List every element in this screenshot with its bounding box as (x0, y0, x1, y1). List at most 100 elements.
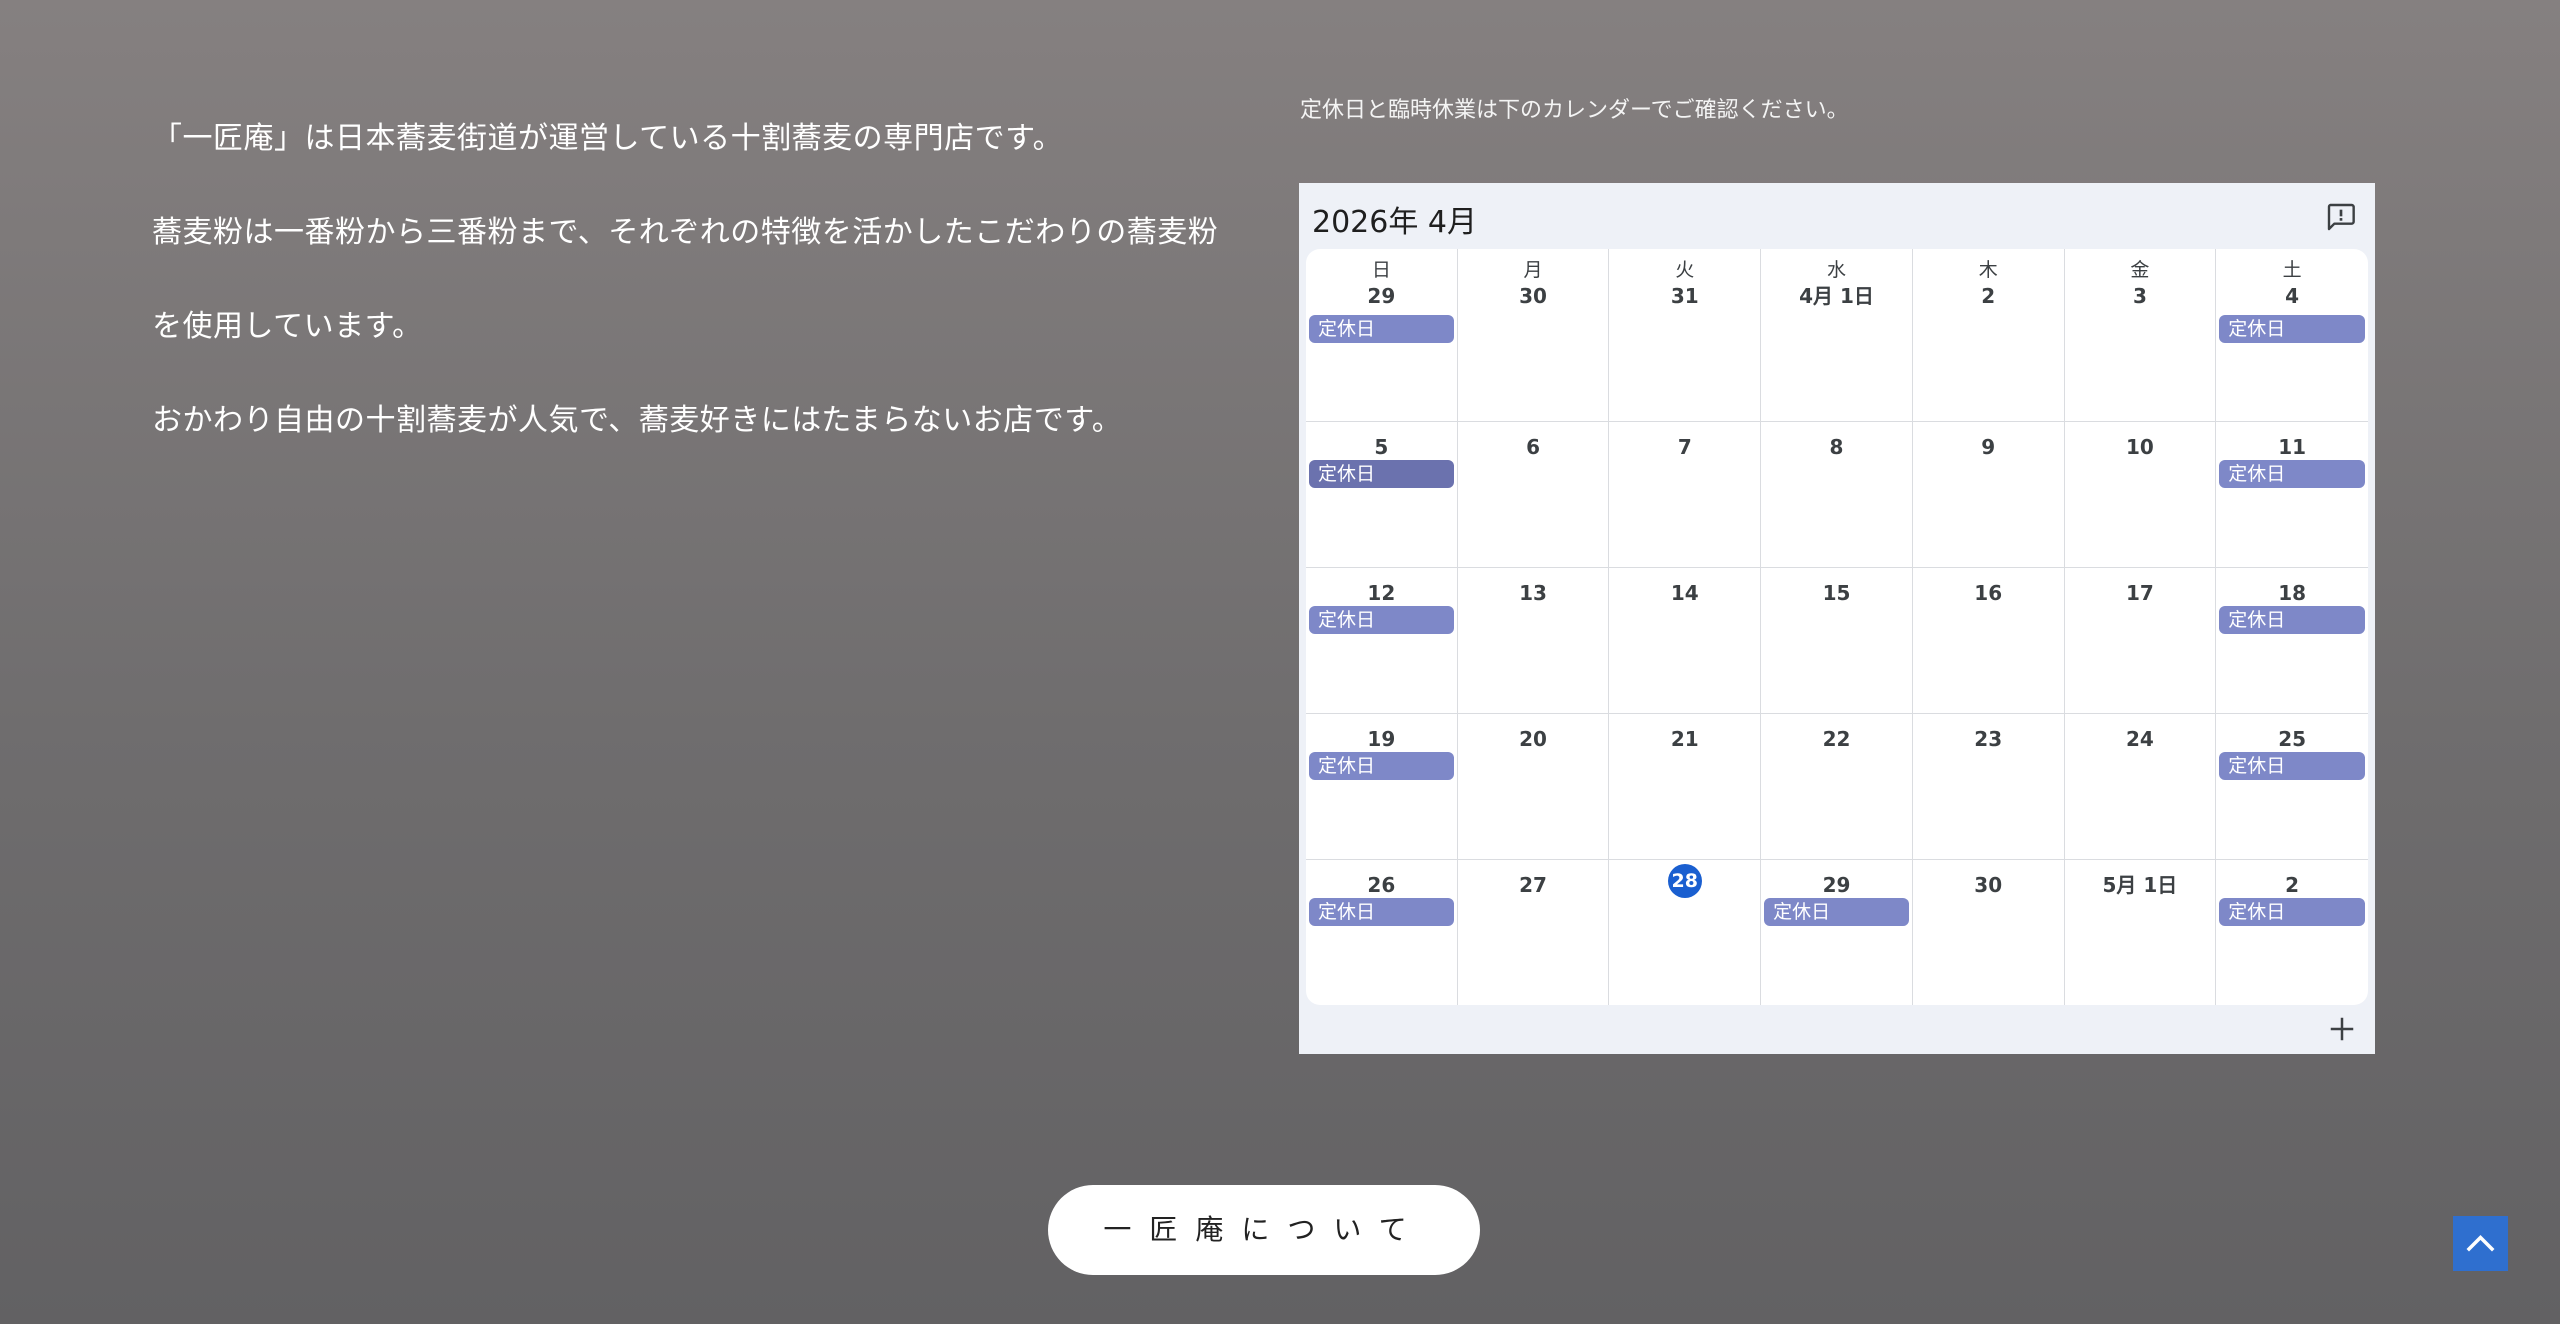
embedded-calendar: 2026年 4月 日 29 定休日月 30 火 31 水 4月 1日木 2 金 3 土 4 定休日 5 定休日… (1299, 183, 2375, 1054)
calendar-day-cell[interactable]: 13 (1457, 568, 1610, 714)
date-number: 22 (1822, 727, 1851, 751)
date-number: 31 (1670, 284, 1699, 308)
calendar-day-cell[interactable]: 26 定休日 (1306, 860, 1458, 1005)
date-number: 17 (2126, 581, 2154, 605)
scroll-to-top-button[interactable] (2453, 1216, 2508, 1271)
date-number: 24 (2126, 727, 2154, 751)
calendar-day-cell[interactable]: 14 (1609, 568, 1762, 714)
date-number: 30 (1519, 284, 1547, 308)
date-number: 7 (1677, 435, 1692, 459)
calendar-day-cell[interactable]: 金3 (2064, 249, 2217, 422)
calendar-day-cell[interactable]: 27 (1458, 860, 1610, 1005)
date-number: 21 (1670, 727, 1699, 751)
calendar-day-cell[interactable]: 25 定休日 (2216, 714, 2368, 860)
calendar-event-closed-day[interactable]: 定休日 (1309, 606, 1454, 634)
calendar-day-cell[interactable]: 10 (2064, 422, 2217, 568)
date-number: 8 (1829, 435, 1844, 459)
date-number: 5月 1日 (2102, 873, 2178, 897)
date-number: 20 (1519, 727, 1547, 751)
calendar-day-cell[interactable]: 23 (1912, 714, 2065, 860)
calendar-day-cell[interactable]: 火 31 (1609, 249, 1762, 422)
calendar-day-cell[interactable]: 15 (1761, 568, 1913, 714)
calendar-day-cell[interactable]: 5月 1日 (2065, 860, 2217, 1005)
date-number: 23 (1974, 727, 2003, 751)
intro-line: を使用しています。 (152, 309, 423, 344)
chevron-up-icon (2466, 1235, 2495, 1252)
calendar-event-closed-day[interactable]: 定休日 (1309, 460, 1454, 488)
calendar-title: 2026年 4月 (1312, 205, 1477, 240)
date-number: 14 (1670, 581, 1699, 605)
weekday-label: 日 (1371, 259, 1391, 281)
calendar-day-cell[interactable]: 11 定休日 (2216, 422, 2368, 568)
date-number: 18 (2278, 581, 2307, 605)
date-number: 4 (2285, 284, 2300, 308)
date-number: 16 (1974, 581, 2003, 605)
date-number: 29 (1367, 284, 1396, 308)
calendar-day-cell[interactable]: 2 定休日 (2216, 860, 2368, 1005)
calendar-day-cell[interactable]: 18 定休日 (2216, 568, 2368, 714)
feedback-icon[interactable] (2325, 201, 2357, 233)
calendar-day-cell[interactable]: 9 (1912, 422, 2065, 568)
calendar-event-closed-day[interactable]: 定休日 (2219, 898, 2365, 926)
calendar-day-cell[interactable]: 木2 (1912, 249, 2065, 422)
weekday-label: 土 (2282, 259, 2302, 281)
today-date-number: 28 (1609, 860, 1760, 898)
calendar-day-cell[interactable]: 28 (1609, 860, 1762, 1005)
calendar-event-closed-day[interactable]: 定休日 (2219, 460, 2365, 488)
calendar-day-cell[interactable]: 8 (1761, 422, 1913, 568)
date-number: 9 (1981, 435, 1996, 459)
intro-text: 「一匠庵」は日本蕎麦街道が運営している十割蕎麦の専門店です。 蕎麦粉は一番粉から… (152, 92, 1232, 468)
calendar-event-closed-day[interactable]: 定休日 (1764, 898, 1909, 926)
date-number: 4月 1日 (1799, 284, 1874, 308)
calendar-event-closed-day[interactable]: 定休日 (1309, 752, 1454, 780)
calendar-note: 定休日と臨時休業は下のカレンダーでご確認ください。 (1300, 98, 1849, 123)
date-number: 2 (2285, 873, 2300, 897)
calendar-day-cell[interactable]: 22 (1761, 714, 1913, 860)
calendar-event-closed-day[interactable]: 定休日 (1309, 315, 1454, 343)
date-number: 3 (2132, 284, 2147, 308)
intro-line: 「一匠庵」は日本蕎麦街道が運営している十割蕎麦の専門店です。 (152, 121, 1064, 156)
calendar-event-closed-day[interactable]: 定休日 (2219, 606, 2365, 634)
calendar-grid: 日 29 定休日月 30 火 31 水 4月 1日木 2 金 3 土 4 定休日 5 定休日 6 7 8 9 10 11 定… (1306, 249, 2368, 1005)
calendar-day-cell[interactable]: 24 (2064, 714, 2217, 860)
calendar-day-cell[interactable]: 7 (1609, 422, 1762, 568)
date-number: 13 (1519, 581, 1547, 605)
date-number: 26 (1367, 873, 1396, 897)
intro-line: 蕎麦粉は一番粉から三番粉まで、それぞれの特徴を活かしたこだわりの蕎麦粉 (152, 215, 1219, 250)
calendar-day-cell[interactable]: 19 定休日 (1306, 714, 1458, 860)
calendar-event-closed-day[interactable]: 定休日 (2219, 315, 2365, 343)
calendar-day-cell[interactable]: 月 30 (1457, 249, 1610, 422)
date-number: 19 (1367, 727, 1396, 751)
date-number: 25 (2278, 727, 2307, 751)
calendar-day-cell[interactable]: 日 29 定休日 (1306, 249, 1458, 422)
date-number: 27 (1519, 873, 1547, 897)
calendar-event-closed-day[interactable]: 定休日 (2219, 752, 2365, 780)
calendar-day-cell[interactable]: 6 (1457, 422, 1610, 568)
date-number: 30 (1974, 873, 2003, 897)
calendar-day-cell[interactable]: 29 定休日 (1761, 860, 1913, 1005)
calendar-day-cell[interactable]: 水 4月 1日 (1761, 249, 1913, 422)
today-indicator: 28 (1667, 864, 1702, 898)
calendar-day-cell[interactable]: 5 定休日 (1306, 422, 1458, 568)
weekday-label: 月 (1523, 259, 1543, 281)
date-number: 5 (1374, 435, 1389, 459)
calendar-event-closed-day[interactable]: 定休日 (1309, 898, 1454, 926)
date-number: 15 (1822, 581, 1851, 605)
plus-icon[interactable] (2327, 1014, 2357, 1044)
about-shop-button[interactable]: 一匠庵について (1048, 1185, 1480, 1275)
calendar-day-cell[interactable]: 17 (2064, 568, 2217, 714)
date-number: 29 (1822, 873, 1851, 897)
calendar-day-cell[interactable]: 20 (1457, 714, 1610, 860)
weekday-label: 金 (2130, 259, 2150, 281)
weekday-label: 木 (1978, 259, 1998, 281)
weekday-label: 水 (1826, 259, 1846, 281)
calendar-day-cell[interactable]: 21 (1609, 714, 1762, 860)
date-number: 10 (2126, 435, 2154, 459)
date-number: 6 (1526, 435, 1541, 459)
calendar-day-cell[interactable]: 12 定休日 (1306, 568, 1458, 714)
date-number: 12 (1367, 581, 1396, 605)
calendar-day-cell[interactable]: 土 4 定休日 (2216, 249, 2368, 422)
calendar-day-cell[interactable]: 30 (1913, 860, 2065, 1005)
calendar-day-cell[interactable]: 16 (1912, 568, 2065, 714)
date-number: 2 (1981, 284, 1996, 308)
